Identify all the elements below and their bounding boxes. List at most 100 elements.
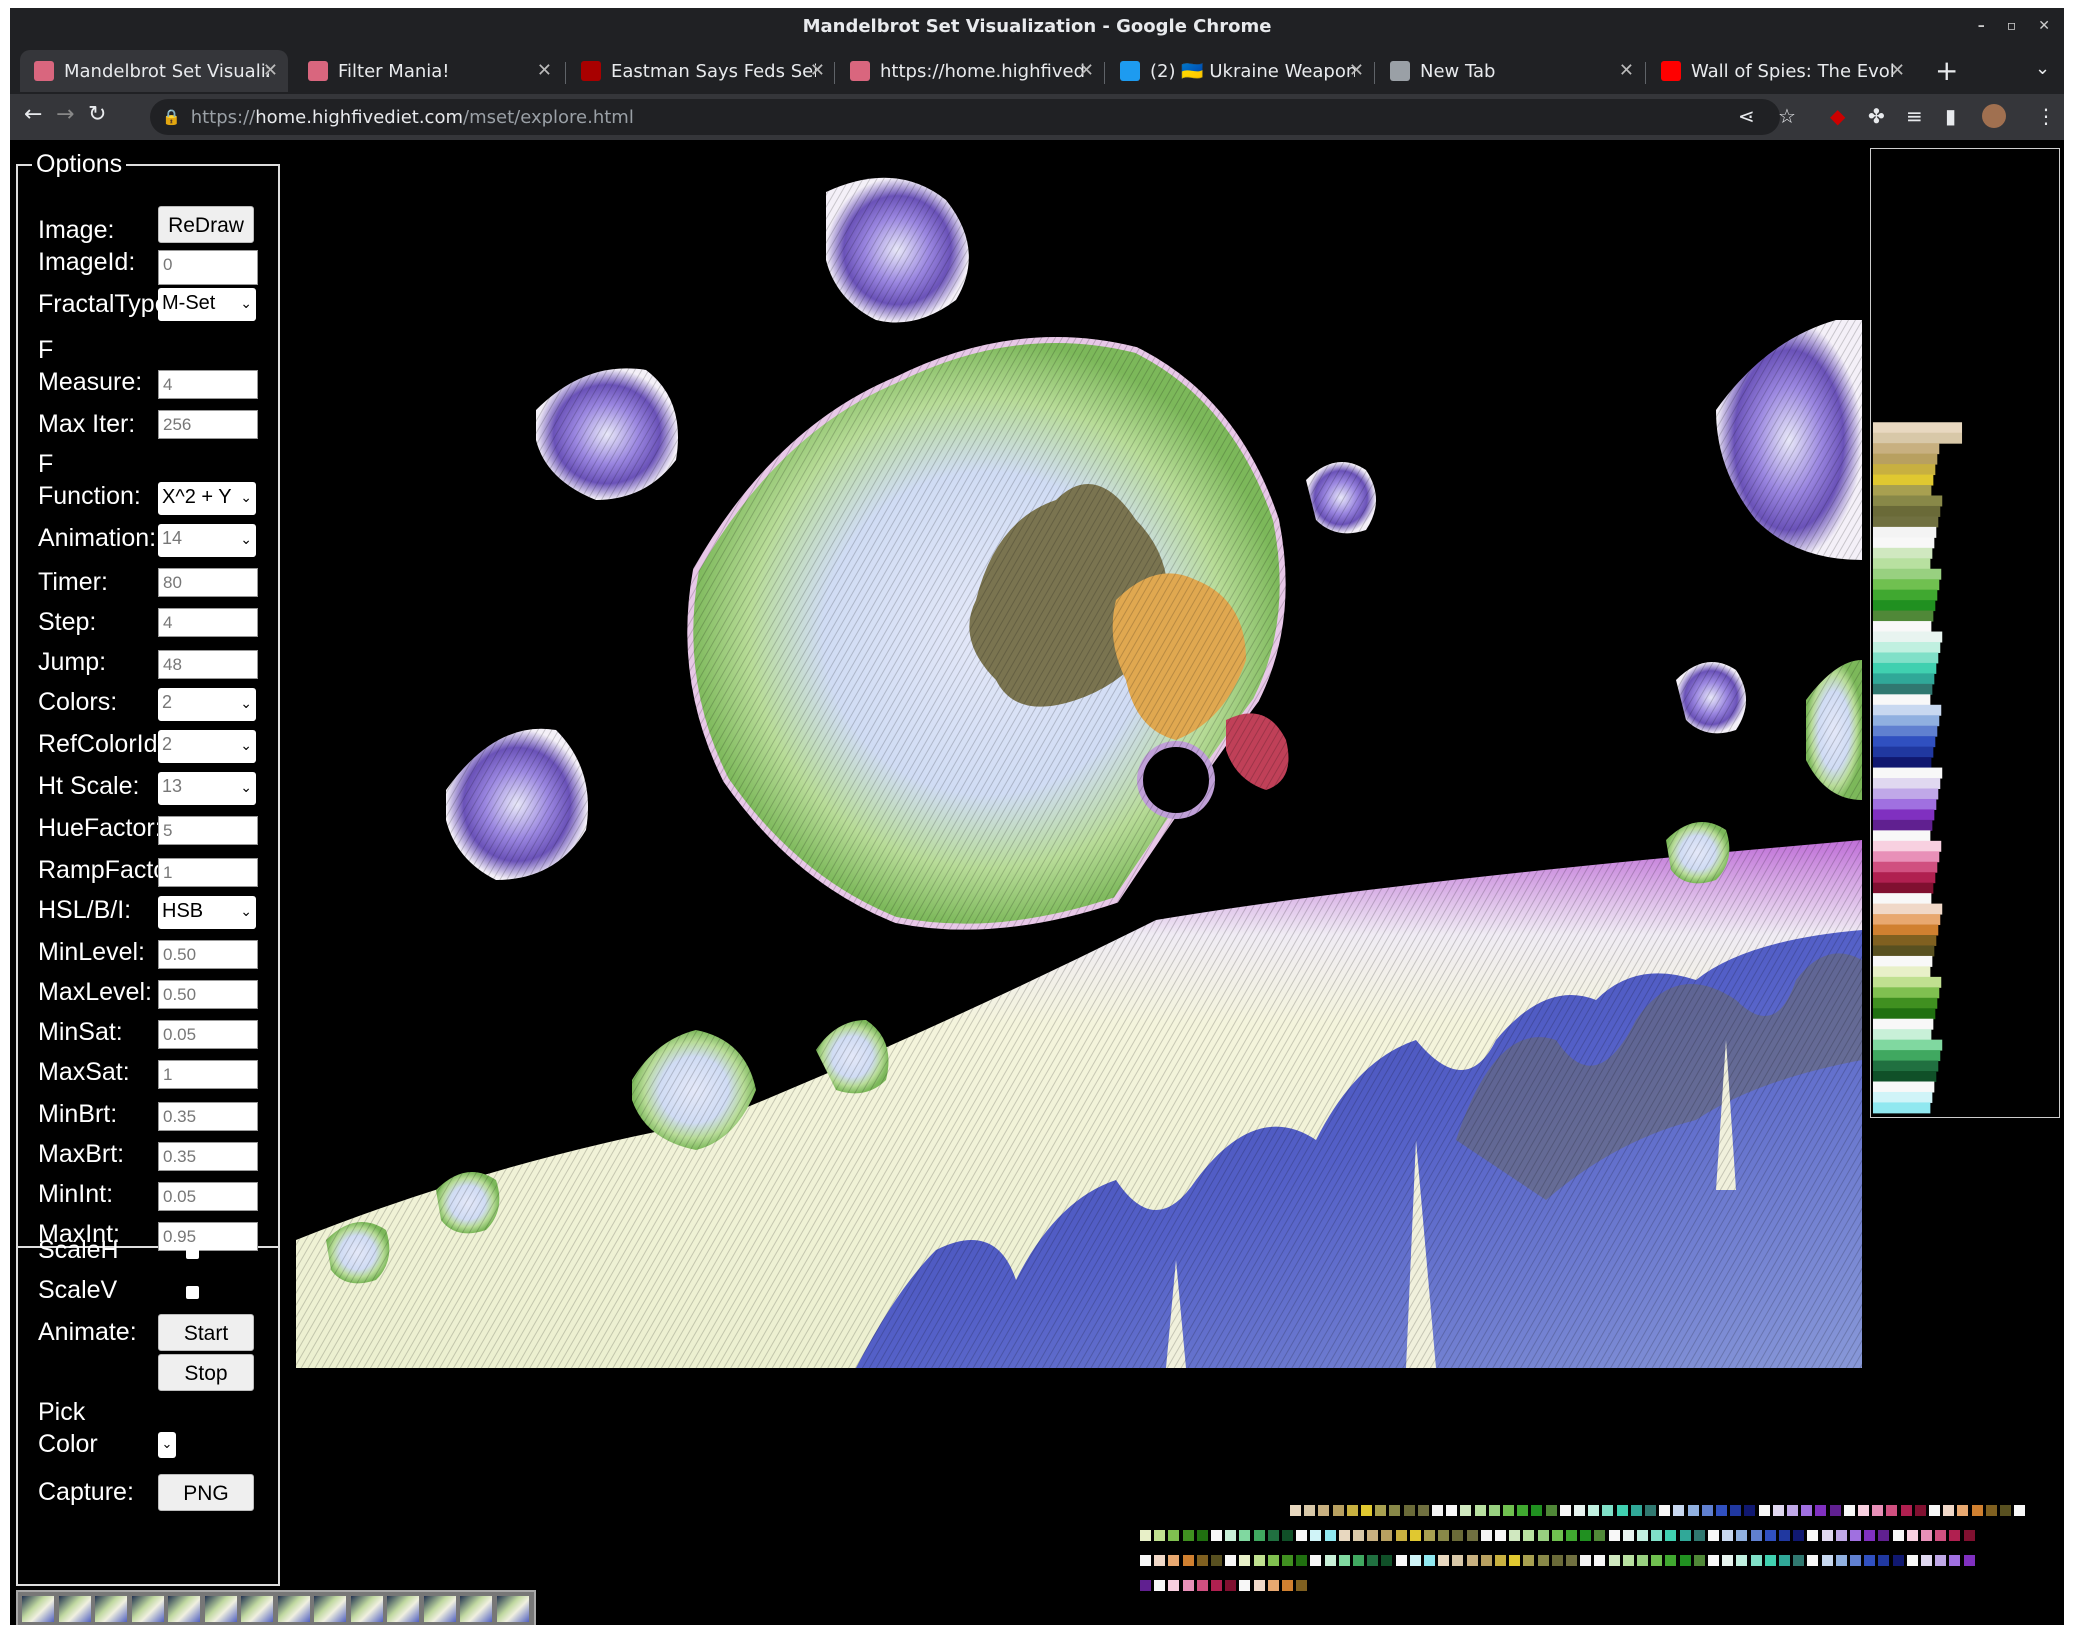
kebab-menu-icon[interactable]: ⋮ — [2036, 104, 2056, 128]
palette-swatch[interactable] — [1645, 1505, 1656, 1516]
palette-swatch[interactable] — [1878, 1530, 1890, 1541]
palette-swatch[interactable] — [1772, 1505, 1784, 1516]
palette-swatch[interactable] — [1196, 1555, 1208, 1566]
palette-swatch[interactable] — [1338, 1555, 1350, 1566]
palette-swatch[interactable] — [1594, 1555, 1606, 1566]
animation-thumbnail[interactable] — [95, 1596, 127, 1622]
palette-swatch[interactable] — [1403, 1505, 1415, 1516]
palette-swatch[interactable] — [1488, 1505, 1500, 1516]
minsat-input[interactable]: 0.05 — [158, 1020, 258, 1049]
palette-swatch[interactable] — [1665, 1555, 1677, 1566]
palette-swatch[interactable] — [1892, 1555, 1904, 1566]
browser-tab[interactable]: (2) 🇺🇦 Ukraine Weapons ✕ — [1106, 50, 1374, 92]
pickcolor-select[interactable]: ⌄ — [158, 1432, 176, 1458]
palette-swatch[interactable] — [2000, 1505, 2011, 1516]
fractaltype-select[interactable]: M-Set ⌄ — [158, 288, 256, 321]
fmeasure-input[interactable]: 4 — [158, 370, 258, 399]
palette-swatch[interactable] — [1736, 1530, 1748, 1541]
palette-swatch[interactable] — [1537, 1530, 1549, 1541]
palette-swatch[interactable] — [1211, 1530, 1222, 1541]
rampfactor-input[interactable]: 1 — [158, 858, 258, 887]
palette-swatch[interactable] — [1318, 1505, 1330, 1516]
palette-swatch[interactable] — [1622, 1530, 1634, 1541]
palette-swatch[interactable] — [1460, 1505, 1472, 1516]
palette-swatch[interactable] — [1764, 1555, 1776, 1566]
palette-swatch[interactable] — [1651, 1555, 1663, 1566]
palette-swatch[interactable] — [1588, 1505, 1600, 1516]
palette-swatch[interactable] — [1168, 1555, 1180, 1566]
palette-swatch[interactable] — [1225, 1580, 1237, 1591]
back-arrow-icon[interactable]: ← — [24, 102, 42, 127]
palette-swatch[interactable] — [1985, 1505, 1997, 1516]
palette-swatch[interactable] — [1154, 1580, 1166, 1591]
palette-swatch[interactable] — [1801, 1505, 1813, 1516]
palette-swatch[interactable] — [1332, 1505, 1344, 1516]
palette-swatch[interactable] — [1637, 1555, 1648, 1566]
palette-swatch[interactable] — [1630, 1505, 1642, 1516]
new-tab-button[interactable]: + — [1935, 54, 1958, 87]
palette-swatch[interactable] — [1239, 1530, 1251, 1541]
colors-select[interactable]: 2 ⌄ — [158, 688, 256, 721]
animation-thumbnail[interactable] — [423, 1596, 456, 1622]
palette-swatch[interactable] — [1551, 1555, 1563, 1566]
palette-swatch[interactable] — [1807, 1555, 1819, 1566]
browser-tab[interactable]: New Tab ✕ — [1376, 50, 1644, 92]
palette-swatch[interactable] — [1850, 1555, 1861, 1566]
palette-swatch[interactable] — [1531, 1505, 1543, 1516]
browser-tab[interactable]: Filter Mania! ✕ — [294, 50, 562, 92]
palette-swatch[interactable] — [1914, 1505, 1926, 1516]
palette-swatch[interactable] — [1580, 1530, 1592, 1541]
palette-swatch[interactable] — [1432, 1505, 1443, 1516]
palette-swatch[interactable] — [1864, 1530, 1876, 1541]
tab-search-chevron-icon[interactable]: ⌄ — [2035, 58, 2050, 79]
palette-swatch[interactable] — [1963, 1530, 1975, 1541]
palette-swatch[interactable] — [1580, 1555, 1592, 1566]
palette-swatch[interactable] — [1361, 1505, 1372, 1516]
palette-swatch[interactable] — [1793, 1530, 1805, 1541]
animation-thumbnail[interactable] — [204, 1596, 237, 1622]
palette-swatch[interactable] — [1886, 1505, 1898, 1516]
palette-swatch[interactable] — [1509, 1555, 1521, 1566]
animation-thumbnail-strip[interactable] — [16, 1590, 536, 1625]
palette-swatch[interactable] — [1267, 1555, 1279, 1566]
lock-icon[interactable]: 🔒 — [162, 108, 181, 126]
palette-swatch[interactable] — [1424, 1555, 1435, 1566]
color-palette[interactable] — [1140, 1505, 2060, 1615]
palette-swatch[interactable] — [1409, 1530, 1421, 1541]
palette-swatch[interactable] — [1480, 1530, 1492, 1541]
palette-swatch[interactable] — [1693, 1530, 1705, 1541]
minlevel-input[interactable]: 0.50 — [158, 940, 258, 969]
palette-swatch[interactable] — [1566, 1530, 1577, 1541]
palette-swatch[interactable] — [1395, 1530, 1407, 1541]
animation-thumbnail[interactable] — [314, 1596, 346, 1622]
palette-swatch[interactable] — [1225, 1530, 1237, 1541]
palette-swatch[interactable] — [1878, 1555, 1890, 1566]
profile-avatar[interactable] — [1982, 104, 2006, 128]
palette-swatch[interactable] — [1381, 1555, 1393, 1566]
palette-swatch[interactable] — [1963, 1555, 1975, 1566]
palette-swatch[interactable] — [1438, 1530, 1450, 1541]
palette-swatch[interactable] — [1659, 1505, 1671, 1516]
palette-swatch[interactable] — [1517, 1505, 1529, 1516]
palette-swatch[interactable] — [1495, 1530, 1506, 1541]
palette-swatch[interactable] — [1701, 1505, 1713, 1516]
palette-swatch[interactable] — [1452, 1555, 1464, 1566]
palette-swatch[interactable] — [1793, 1555, 1805, 1566]
palette-swatch[interactable] — [1282, 1555, 1293, 1566]
palette-swatch[interactable] — [1722, 1530, 1734, 1541]
forward-arrow-icon[interactable]: → — [56, 102, 74, 127]
palette-swatch[interactable] — [1367, 1555, 1379, 1566]
palette-swatch[interactable] — [1239, 1555, 1251, 1566]
tab-close-icon[interactable]: ✕ — [1890, 60, 1905, 81]
palette-swatch[interactable] — [1892, 1530, 1904, 1541]
huefactor-input[interactable]: 5 — [158, 816, 258, 845]
palette-swatch[interactable] — [1622, 1555, 1634, 1566]
palette-swatch[interactable] — [1267, 1580, 1279, 1591]
palette-swatch[interactable] — [1850, 1530, 1861, 1541]
palette-swatch[interactable] — [1815, 1505, 1827, 1516]
palette-swatch[interactable] — [1253, 1555, 1265, 1566]
palette-swatch[interactable] — [1196, 1580, 1208, 1591]
palette-swatch[interactable] — [1182, 1580, 1194, 1591]
palette-swatch[interactable] — [1608, 1555, 1620, 1566]
palette-swatch[interactable] — [1296, 1555, 1308, 1566]
